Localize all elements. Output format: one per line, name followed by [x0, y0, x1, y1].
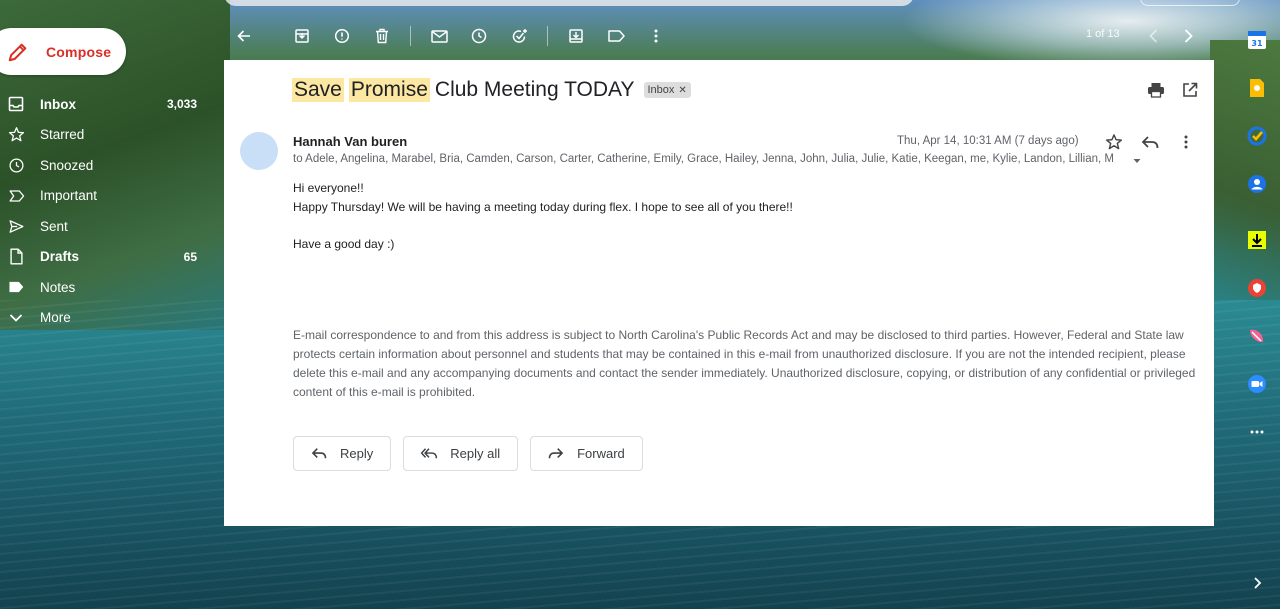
toolbar-divider	[547, 26, 548, 46]
reply-all-icon	[420, 445, 438, 463]
sidebar-item-label: Snoozed	[40, 157, 94, 173]
message-body: Hi everyone!! Happy Thursday! We will be…	[293, 179, 793, 254]
reply-all-label: Reply all	[450, 446, 501, 461]
snooze-icon[interactable]	[459, 20, 499, 52]
avatar[interactable]	[240, 132, 278, 170]
pencil-icon	[6, 40, 30, 64]
caret-down-icon[interactable]	[1131, 154, 1143, 166]
drafts-count: 65	[183, 249, 197, 264]
reply-button[interactable]: Reply	[293, 436, 392, 471]
archive-icon[interactable]	[282, 20, 322, 52]
inbox-icon	[6, 94, 26, 114]
forward-label: Forward	[577, 446, 625, 461]
chevron-right-icon[interactable]	[1248, 574, 1266, 592]
message-toolbar	[224, 20, 1214, 52]
star-icon	[6, 125, 26, 145]
subject-highlight: Promise	[348, 78, 430, 102]
subject-actions	[1146, 80, 1200, 100]
search-bar[interactable]	[224, 0, 914, 6]
body-line: Have a good day :)	[293, 237, 395, 251]
addon-shield-icon[interactable]	[1243, 274, 1271, 302]
email-disclaimer: E-mail correspondence to and from this a…	[293, 328, 1196, 399]
subject-text: Club Meeting TODAY	[434, 78, 635, 101]
forward-button[interactable]: Forward	[530, 436, 643, 471]
label-chip-text: Inbox	[647, 84, 675, 96]
chevron-left-icon[interactable]	[1144, 24, 1164, 48]
sidebar-item-label: More	[40, 310, 71, 326]
message-view: Save Promise Club Meeting TODAY Inbox ✕ …	[224, 60, 1214, 526]
sidebar-nav: Inbox 3,033 Starred Snoozed Important Se…	[0, 89, 222, 333]
important-icon	[6, 186, 26, 206]
reply-all-button[interactable]: Reply all	[403, 436, 519, 471]
message-date: Thu, Apr 14, 10:31 AM (7 days ago)	[897, 135, 1079, 147]
message-subject: Save Promise Club Meeting TODAY Inbox ✕	[292, 78, 691, 102]
sidebar-item-more[interactable]: More	[0, 303, 222, 334]
account-switcher[interactable]	[1140, 0, 1240, 6]
chevron-down-icon	[6, 308, 26, 328]
more-horiz-icon[interactable]	[1243, 418, 1271, 446]
reply-icon	[310, 445, 328, 463]
sidebar-item-important[interactable]: Important	[0, 181, 222, 212]
message-actions	[1102, 130, 1198, 154]
chevron-right-icon[interactable]	[1178, 24, 1198, 48]
add-task-icon[interactable]	[499, 20, 539, 52]
contacts-icon[interactable]	[1243, 170, 1271, 198]
sidebar-item-label: Notes	[40, 279, 76, 295]
keep-icon[interactable]	[1243, 74, 1271, 102]
print-icon[interactable]	[1146, 80, 1166, 100]
more-vert-icon[interactable]	[636, 20, 676, 52]
compose-label: Compose	[46, 43, 112, 60]
toolbar-divider	[410, 26, 411, 46]
move-to-icon[interactable]	[556, 20, 596, 52]
subject-highlight: Save	[292, 78, 344, 102]
more-vert-icon[interactable]	[1174, 130, 1198, 154]
sidebar-item-label: Important	[40, 188, 98, 204]
forward-icon	[547, 445, 565, 463]
send-icon	[6, 216, 26, 236]
unread-count: 3,033	[166, 97, 197, 112]
label-icon	[6, 277, 26, 297]
recipient-list: to Adele, Angelina, Marabel, Bria, Camde…	[293, 153, 1114, 165]
reply-icon[interactable]	[1138, 130, 1162, 154]
mark-unread-icon[interactable]	[419, 20, 459, 52]
draft-icon	[6, 247, 26, 267]
download-icon[interactable]	[1243, 226, 1271, 254]
addon-pink-icon[interactable]	[1243, 322, 1271, 350]
zoom-video-icon[interactable]	[1243, 370, 1271, 398]
label-as-icon[interactable]	[596, 20, 636, 52]
sidebar-item-drafts[interactable]: Drafts 65	[0, 242, 222, 273]
inbox-label-chip[interactable]: Inbox ✕	[643, 82, 691, 98]
sidebar-item-starred[interactable]: Starred	[0, 120, 222, 151]
sender-name[interactable]: Hannah Van buren	[293, 134, 407, 149]
delete-icon[interactable]	[362, 20, 402, 52]
side-panel: 31	[1243, 26, 1271, 466]
compose-button[interactable]: Compose	[0, 28, 126, 75]
sidebar-item-label: Inbox	[40, 96, 76, 112]
sidebar-item-label: Drafts	[40, 249, 80, 265]
body-line: Hi everyone!!	[293, 181, 364, 195]
report-spam-icon[interactable]	[322, 20, 362, 52]
sidebar-item-sent[interactable]: Sent	[0, 211, 222, 242]
sidebar-item-label: Starred	[40, 127, 85, 143]
sidebar-item-snoozed[interactable]: Snoozed	[0, 150, 222, 181]
tasks-icon[interactable]	[1243, 122, 1271, 150]
star-icon[interactable]	[1102, 130, 1126, 154]
reply-label: Reply	[340, 446, 374, 461]
sidebar-item-notes[interactable]: Notes	[0, 272, 222, 303]
sidebar-item-inbox[interactable]: Inbox 3,033	[0, 89, 222, 120]
clock-icon	[6, 155, 26, 175]
close-icon[interactable]: ✕	[678, 85, 686, 96]
sidebar-item-label: Sent	[40, 218, 68, 234]
back-arrow-icon[interactable]	[224, 20, 264, 52]
svg-text:31: 31	[1251, 39, 1263, 48]
open-in-new-window-icon[interactable]	[1180, 80, 1200, 100]
reply-actions: Reply Reply all Forward	[293, 436, 643, 471]
calendar-icon[interactable]: 31	[1243, 26, 1271, 54]
body-line: Happy Thursday! We will be having a meet…	[293, 200, 793, 214]
pagination-text: 1 of 13	[1086, 28, 1120, 40]
